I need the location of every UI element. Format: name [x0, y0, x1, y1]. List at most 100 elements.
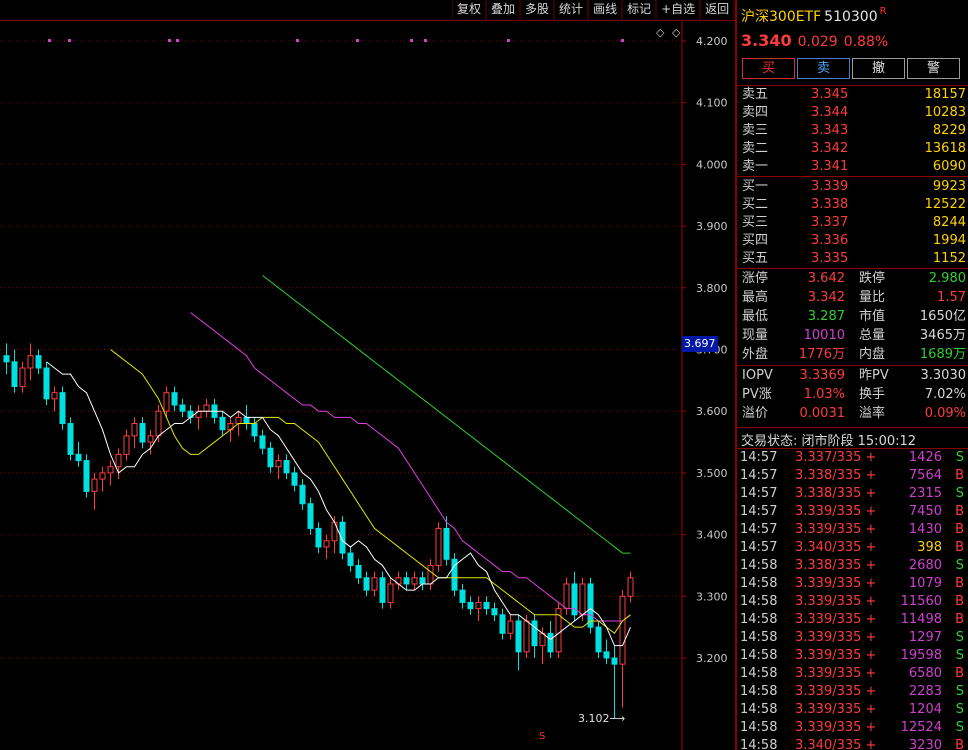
- candle-body: [59, 392, 66, 425]
- bid-price: 3.338: [811, 197, 849, 212]
- tick-price: 3.339/335 +: [795, 630, 877, 645]
- candle-body: [75, 453, 82, 462]
- candle-body: [387, 583, 394, 603]
- price-change: 0.029: [797, 34, 838, 50]
- candle-body: [219, 416, 226, 431]
- ask-row: 卖五 3.345 18157: [737, 86, 968, 104]
- candle-body: [531, 620, 538, 647]
- candle-body: [243, 416, 250, 425]
- stat-label: 总量: [859, 328, 886, 343]
- candle-body: [419, 577, 426, 585]
- stat-row: 最高 3.342 量比 1.57: [737, 289, 968, 307]
- tick-volume: 2283: [908, 684, 942, 699]
- stat-label: 最低: [742, 309, 769, 324]
- candle-body: [19, 367, 26, 388]
- bid-price: 3.335: [811, 251, 849, 266]
- stat-value: 2.980: [928, 271, 966, 286]
- ask-price: 3.342: [811, 141, 849, 156]
- ask-volume: 18157: [924, 87, 966, 102]
- signal-dot: [507, 39, 510, 42]
- tick-side: S: [955, 648, 964, 663]
- sell-button[interactable]: 卖: [797, 58, 850, 79]
- candle-body: [595, 626, 602, 653]
- ask-price: 3.341: [811, 159, 849, 174]
- y-tick-label: 4.000: [696, 158, 728, 171]
- tick-volume: 6580: [908, 666, 942, 681]
- y-tick-label: 3.400: [696, 529, 728, 542]
- tick-volume: 12524: [900, 720, 942, 735]
- tick-volume: 3230: [908, 738, 942, 750]
- ask-row: 卖一 3.341 6090: [737, 158, 968, 176]
- tick-time: 14:58: [740, 576, 778, 591]
- stat-value: 1776万: [798, 347, 845, 362]
- ask-volume: 13618: [924, 141, 966, 156]
- candle-body: [267, 447, 274, 468]
- tick-price: 3.339/335 +: [795, 522, 877, 537]
- candle-body: [467, 601, 474, 610]
- multi-stock-button[interactable]: 多股: [520, 0, 555, 20]
- kline-chart-area[interactable]: 4.2004.1004.0003.9003.8003.7003.6003.500…: [0, 21, 735, 750]
- restore-rights-button[interactable]: 复权: [452, 0, 487, 20]
- bid-volume: 1152: [932, 251, 966, 266]
- tick-price: 3.340/335 +: [795, 540, 877, 555]
- tick-price: 3.339/335 +: [795, 648, 877, 663]
- overlay-button[interactable]: 叠加: [486, 0, 521, 20]
- candle-body: [491, 608, 498, 616]
- bid-price: 3.337: [811, 215, 849, 230]
- candle-body: [251, 423, 258, 437]
- bid-row: 买一 3.339 9923: [737, 178, 968, 196]
- tick-time: 14:57: [740, 540, 778, 555]
- draw-line-button[interactable]: 画线: [588, 0, 623, 20]
- statistics-button[interactable]: 统计: [554, 0, 589, 20]
- mark-button[interactable]: 标记: [622, 0, 657, 20]
- diamond-icon: ◇: [672, 26, 681, 39]
- trade-status: 交易状态: 闭市阶段 15:00:12: [741, 434, 917, 449]
- candle-body: [171, 392, 178, 406]
- iopv-label: 昨PV: [859, 368, 889, 383]
- candle-body: [363, 577, 370, 591]
- cancel-order-button[interactable]: 撤: [852, 58, 905, 79]
- y-tick-label: 3.300: [696, 590, 728, 603]
- iopv-row: 溢价 0.0031 溢率 0.09%: [737, 405, 968, 423]
- stock-title: 沪深300ETF 510300 R: [741, 6, 887, 26]
- ma5-line: [46, 361, 631, 647]
- tick-price: 3.339/335 +: [795, 594, 877, 609]
- candle-body: [131, 423, 138, 437]
- tick-row: 14:58 3.339/335 + 19598 S: [737, 647, 968, 665]
- tick-time: 14:58: [740, 594, 778, 609]
- candle-body: [619, 595, 626, 665]
- add-watchlist-button[interactable]: +自选: [656, 0, 701, 20]
- tick-price: 3.339/335 +: [795, 504, 877, 519]
- bid-label: 买一: [742, 179, 769, 194]
- stat-value: 3.287: [807, 309, 845, 324]
- candle-body: [411, 577, 418, 585]
- candle-body: [355, 564, 362, 579]
- candle-body: [163, 392, 170, 412]
- tick-row: 14:57 3.338/335 + 7564 B: [737, 467, 968, 485]
- tick-volume: 1297: [908, 630, 942, 645]
- tick-volume: 1426: [908, 450, 942, 465]
- chart-toolbar: 复权 叠加 多股 统计 画线 标记 +自选 返回: [452, 0, 735, 20]
- low-price-value: 3.102: [578, 712, 610, 725]
- tick-side: S: [955, 486, 964, 501]
- tick-volume: 11498: [900, 612, 942, 627]
- tick-price: 3.340/335 +: [795, 738, 877, 750]
- bid-row: 买三 3.337 8244: [737, 214, 968, 232]
- alert-button[interactable]: 警: [907, 58, 960, 79]
- candle-body: [67, 423, 74, 455]
- bid-volume: 1994: [932, 233, 966, 248]
- iopv-value: 7.02%: [924, 387, 966, 402]
- back-button[interactable]: 返回: [700, 0, 735, 20]
- candle-body: [483, 601, 490, 610]
- stat-label: 内盘: [859, 347, 886, 362]
- iopv-row: IOPV 3.3369 昨PV 3.3030: [737, 367, 968, 385]
- kline-chart[interactable]: 4.2004.1004.0003.9003.8003.7003.6003.500…: [0, 21, 735, 750]
- y-tick-label: 4.200: [696, 35, 728, 48]
- buy-button[interactable]: 买: [742, 58, 795, 79]
- candle-body: [139, 423, 146, 443]
- tick-side: B: [955, 504, 964, 519]
- tick-row: 14:58 3.339/335 + 6580 B: [737, 665, 968, 683]
- candle-body: [371, 577, 378, 591]
- signal-dot: [68, 39, 71, 42]
- iopv-label: 换手: [859, 387, 886, 402]
